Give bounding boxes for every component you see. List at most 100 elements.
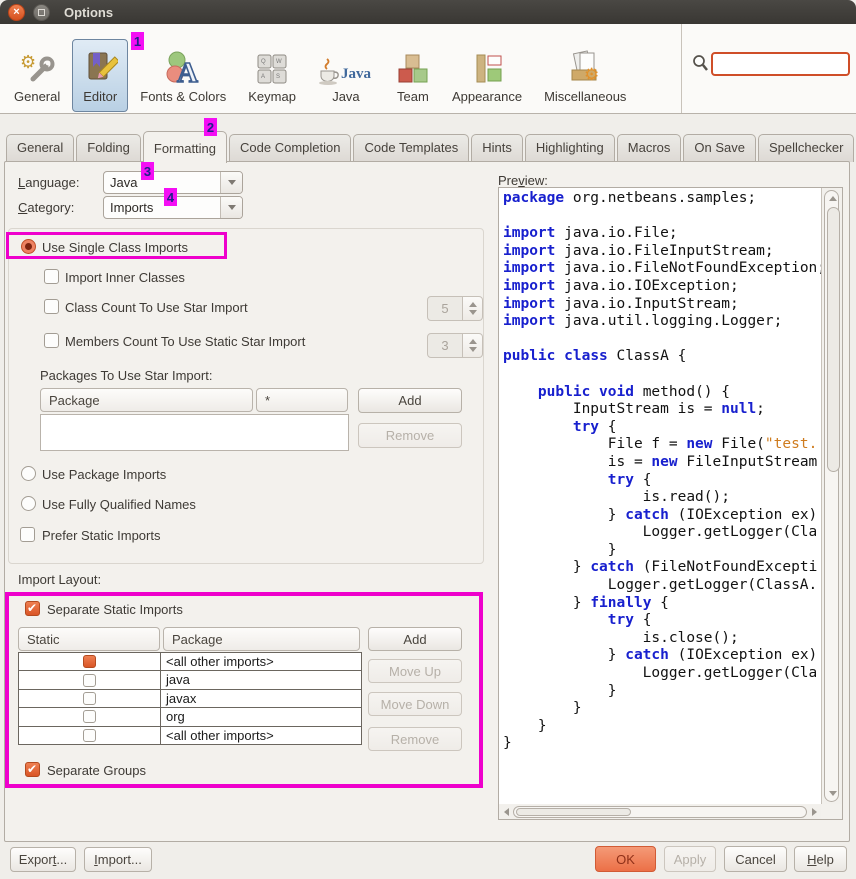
search-input[interactable] — [711, 52, 850, 76]
import-button[interactable]: Import... — [84, 847, 152, 872]
static-checkbox[interactable] — [83, 692, 96, 705]
static-checkbox[interactable] — [83, 710, 96, 723]
code-line — [503, 208, 821, 226]
ok-button[interactable]: OK — [595, 846, 656, 872]
toolbar-item-miscellaneous[interactable]: ⚙ Miscellaneous — [534, 39, 636, 112]
category-value: Imports — [104, 197, 220, 218]
tab-highlighting[interactable]: Highlighting — [525, 134, 615, 162]
toolbar-item-keymap[interactable]: QWASKeymap — [238, 39, 306, 112]
cancel-button[interactable]: Cancel — [724, 846, 787, 872]
tab-on-save[interactable]: On Save — [683, 134, 756, 162]
use-package-imports-radio[interactable] — [21, 466, 36, 481]
toolbar-item-editor[interactable]: Editor — [72, 39, 128, 112]
horizontal-scrollbar[interactable] — [499, 805, 821, 819]
vertical-scroll-thumb[interactable] — [827, 207, 840, 472]
toolbar-item-java[interactable]: JavaJava — [308, 39, 384, 112]
static-checkbox[interactable] — [83, 729, 96, 742]
tab-macros[interactable]: Macros — [617, 134, 682, 162]
spinner-arrows-icon[interactable] — [463, 296, 483, 321]
tab-general[interactable]: General — [6, 134, 74, 162]
star-table-header-star[interactable]: * — [256, 388, 348, 412]
static-checkbox[interactable] — [83, 674, 96, 687]
toolbar-item-general[interactable]: ⚙General — [4, 39, 70, 112]
code-line: Logger.getLogger(Cla — [503, 665, 821, 683]
annotation-badge-4: 4 — [164, 188, 177, 206]
toolbar-item-label: Fonts & Colors — [140, 89, 226, 104]
chevron-down-icon[interactable] — [220, 197, 242, 218]
help-button[interactable]: Help — [794, 846, 847, 872]
layout-table-row[interactable]: org — [19, 708, 361, 726]
layout-table-row[interactable]: java — [19, 671, 361, 689]
star-import-label: Packages To Use Star Import: — [40, 368, 212, 383]
scroll-down-icon[interactable] — [829, 791, 837, 796]
tab-folding[interactable]: Folding — [76, 134, 141, 162]
package-cell: java — [161, 671, 361, 688]
code-line: } — [503, 542, 821, 560]
move-down-button[interactable]: Move Down — [368, 692, 462, 716]
layout-table-row[interactable]: <all other imports> — [19, 727, 361, 744]
class-count-label: Class Count To Use Star Import — [65, 300, 248, 315]
code-line: try { — [503, 419, 821, 437]
class-count-value: 5 — [427, 296, 463, 321]
toolbar-item-fonts-colors[interactable]: AFonts & Colors — [130, 39, 236, 112]
preview-code[interactable]: package org.netbeans.samples;import java… — [499, 188, 821, 804]
horizontal-scroll-thumb[interactable] — [516, 808, 631, 816]
import-inner-classes-checkbox[interactable] — [44, 269, 59, 284]
layout-table-row[interactable]: javax — [19, 690, 361, 708]
code-line: import java.io.FileNotFoundException; — [503, 260, 821, 278]
code-line: is = new FileInputStream — [503, 454, 821, 472]
star-add-button[interactable]: Add — [358, 388, 462, 413]
vertical-scrollbar[interactable] — [821, 188, 842, 804]
spinner-arrows-icon[interactable] — [463, 333, 483, 358]
close-icon[interactable]: × — [8, 4, 25, 21]
scroll-up-icon[interactable] — [829, 196, 837, 201]
package-cell: org — [161, 708, 361, 725]
tab-spellchecker[interactable]: Spellchecker — [758, 134, 854, 162]
export-button[interactable]: Export... — [10, 847, 76, 872]
toolbar-item-label: Appearance — [452, 89, 522, 104]
titlebar[interactable]: × Options — [0, 0, 856, 24]
toolbar-item-label: Keymap — [248, 89, 296, 104]
tab-code-completion[interactable]: Code Completion — [229, 134, 351, 162]
toolbar-item-appearance[interactable]: Appearance — [442, 39, 532, 112]
members-count-checkbox[interactable] — [44, 333, 59, 348]
static-cell — [19, 690, 161, 707]
class-count-checkbox[interactable] — [44, 299, 59, 314]
toolbar-item-team[interactable]: Team — [386, 39, 440, 112]
tab-bar: GeneralFoldingFormattingCode CompletionC… — [6, 129, 856, 162]
layout-table-header-static[interactable]: Static — [18, 627, 160, 651]
code-line: } — [503, 735, 821, 753]
tab-code-templates[interactable]: Code Templates — [353, 134, 469, 162]
static-cell — [19, 671, 161, 688]
svg-text:⚙: ⚙ — [584, 65, 599, 84]
annotation-badge-1: 1 — [131, 32, 144, 50]
scroll-left-icon[interactable] — [504, 808, 509, 816]
separate-static-imports-checkbox[interactable] — [25, 601, 40, 616]
separate-groups-label: Separate Groups — [47, 763, 146, 778]
tab-hints[interactable]: Hints — [471, 134, 523, 162]
star-table-body[interactable] — [40, 414, 349, 451]
move-up-button[interactable]: Move Up — [368, 659, 462, 683]
layout-table-row[interactable]: <all other imports> — [19, 653, 361, 671]
svg-text:A: A — [261, 74, 265, 80]
category-toolbar: ⚙GeneralEditorAFonts & ColorsQWASKeymapJ… — [0, 24, 856, 114]
star-table-header-package[interactable]: Package — [40, 388, 253, 412]
static-checkbox[interactable] — [83, 655, 96, 668]
toolbar-item-label: Miscellaneous — [544, 89, 626, 104]
use-fully-qualified-names-radio[interactable] — [21, 496, 36, 511]
star-remove-button[interactable]: Remove — [358, 423, 462, 448]
layout-add-button[interactable]: Add — [368, 627, 462, 651]
layout-remove-button[interactable]: Remove — [368, 727, 462, 751]
prefer-static-imports-checkbox[interactable] — [20, 527, 35, 542]
apply-button[interactable]: Apply — [664, 846, 716, 872]
static-cell — [19, 708, 161, 725]
separate-groups-checkbox[interactable] — [25, 762, 40, 777]
chevron-down-icon[interactable] — [220, 172, 242, 193]
restore-icon[interactable] — [33, 4, 50, 21]
scroll-right-icon[interactable] — [812, 808, 817, 816]
use-single-class-imports-radio[interactable] — [21, 239, 36, 254]
code-line: public void method() { — [503, 384, 821, 402]
class-count-spinner[interactable]: 5 — [427, 296, 483, 321]
members-count-spinner[interactable]: 3 — [427, 333, 483, 358]
layout-table-header-package[interactable]: Package — [163, 627, 360, 651]
